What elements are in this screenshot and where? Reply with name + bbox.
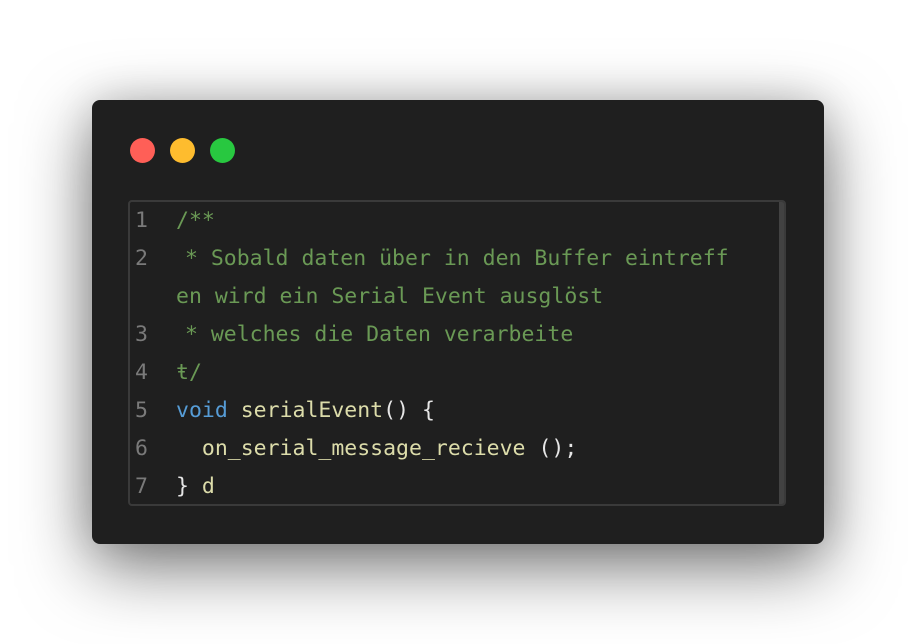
line-content: * Sobald daten über in den Buffer eintre…	[172, 240, 729, 278]
minimize-button[interactable]	[170, 138, 195, 163]
line-content: on_serial_message_recieve ();	[176, 430, 577, 468]
code-line: 1 /**	[130, 202, 784, 240]
code-lines: 1 /** 2 * Sobald daten über in den Buffe…	[130, 202, 784, 504]
code-line: 7 } d	[130, 468, 784, 504]
code-line: 4 ŧ/	[130, 354, 784, 392]
line-number: 6	[135, 436, 148, 461]
line-content: en wird ein Serial Event ausglöst	[176, 278, 603, 316]
comment-token: * Sobald daten über in den Buffer eintre…	[172, 246, 729, 271]
close-button[interactable]	[130, 138, 155, 163]
code-window: 1 /** 2 * Sobald daten über in den Buffe…	[92, 100, 824, 544]
code-line: 6 on_serial_message_recieve ();	[130, 430, 784, 468]
line-number: 2	[135, 246, 148, 271]
line-content: ŧ/	[176, 354, 202, 392]
line-content: } d	[176, 468, 215, 504]
function-token: d	[201, 474, 215, 499]
line-number: 1	[135, 208, 148, 233]
line-content: /**	[176, 202, 215, 240]
vertical-scrollbar[interactable]	[779, 202, 784, 504]
comment-token: ŧ/	[176, 360, 202, 385]
function-token: on_serial_message_recieve	[201, 436, 526, 461]
comment-token: * welches die Daten verarbeite	[172, 322, 574, 347]
code-line: 5 void serialEvent() {	[130, 392, 784, 430]
keyword-token: void	[176, 398, 228, 423]
plain-token: () {	[383, 398, 435, 423]
code-line: 3 * welches die Daten verarbeite	[130, 316, 784, 354]
code-editor[interactable]: 1 /** 2 * Sobald daten über in den Buffe…	[128, 200, 786, 506]
line-content: * welches die Daten verarbeite	[172, 316, 573, 354]
line-content: void serialEvent() {	[176, 392, 435, 430]
line-number: 7	[135, 474, 148, 499]
plain-token: }	[176, 474, 202, 499]
line-number: 3	[135, 322, 148, 347]
comment-token: /**	[176, 208, 215, 233]
function-token: serialEvent	[240, 398, 384, 423]
comment-token: en wird ein Serial Event ausglöst	[176, 284, 604, 309]
line-number: 4	[135, 360, 148, 385]
maximize-button[interactable]	[210, 138, 235, 163]
code-line-wrapped: en wird ein Serial Event ausglöst	[130, 278, 784, 316]
plain-token: ();	[525, 436, 578, 461]
code-line: 2 * Sobald daten über in den Buffer eint…	[130, 240, 784, 278]
line-number: 5	[135, 398, 148, 423]
